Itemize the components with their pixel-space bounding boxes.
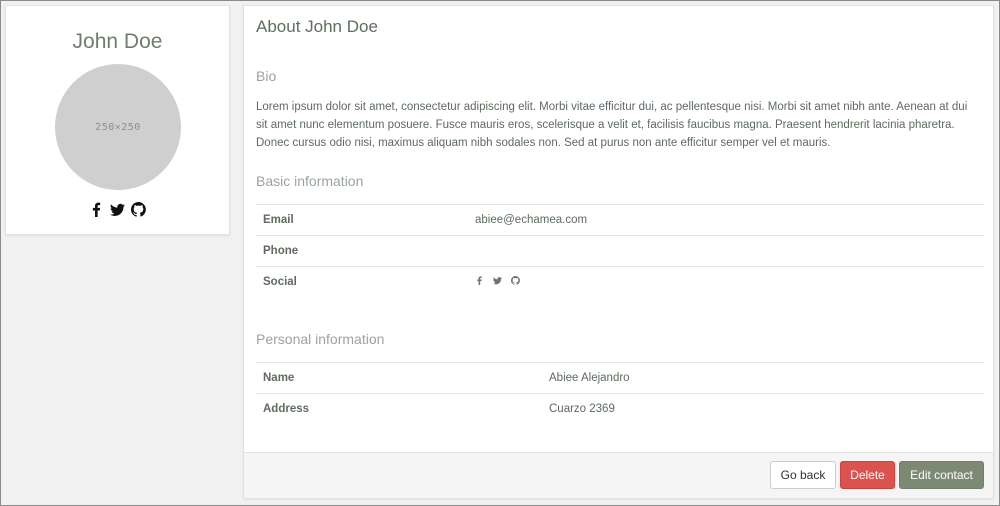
address-value: Cuarzo 2369 [549,403,615,416]
delete-button[interactable]: Delete [840,461,895,489]
profile-social-links [6,202,229,217]
avatar-placeholder-text: 250×250 [95,121,141,133]
table-row: Social [256,266,984,298]
page-title: About John Doe [256,17,378,36]
basic-info-table: Email abiee@echamea.com Phone Social [256,204,984,298]
go-back-button[interactable]: Go back [770,461,836,489]
bio-text: Lorem ipsum dolor sit amet, consectetur … [256,101,968,149]
basic-info-heading: Basic information [256,173,364,189]
phone-value [468,236,984,267]
twitter-icon[interactable] [110,202,125,217]
table-row: Phone [256,235,984,267]
name-label: Name [263,372,295,384]
twitter-icon[interactable] [493,276,502,285]
main-panel: About John Doe Bio Lorem ipsum dolor sit… [243,5,994,499]
facebook-icon[interactable] [475,276,484,286]
edit-contact-button[interactable]: Edit contact [899,461,984,489]
avatar: 250×250 [55,64,181,190]
name-value: Abiee Alejandro [549,372,630,384]
email-label: Email [263,214,294,226]
github-icon[interactable] [511,276,520,286]
profile-card: John Doe 250×250 [5,5,230,235]
table-row: Email abiee@echamea.com [256,204,984,236]
social-value [468,267,984,298]
email-value: abiee@echamea.com [475,214,588,226]
panel-footer: Go back Delete Edit contact [244,452,993,498]
personal-info-table: Name Abiee Alejandro Address Cuarzo 2369 [256,362,984,425]
bio-heading: Bio [256,68,277,84]
facebook-icon[interactable] [89,202,104,217]
table-row: Address Cuarzo 2369 [256,393,984,425]
social-links [475,276,520,286]
profile-name: John Doe [72,30,163,53]
social-label: Social [263,276,297,289]
phone-label: Phone [263,245,299,257]
personal-info-heading: Personal information [256,331,385,347]
address-label: Address [263,403,310,416]
table-row: Name Abiee Alejandro [256,362,984,394]
github-icon[interactable] [131,202,146,217]
